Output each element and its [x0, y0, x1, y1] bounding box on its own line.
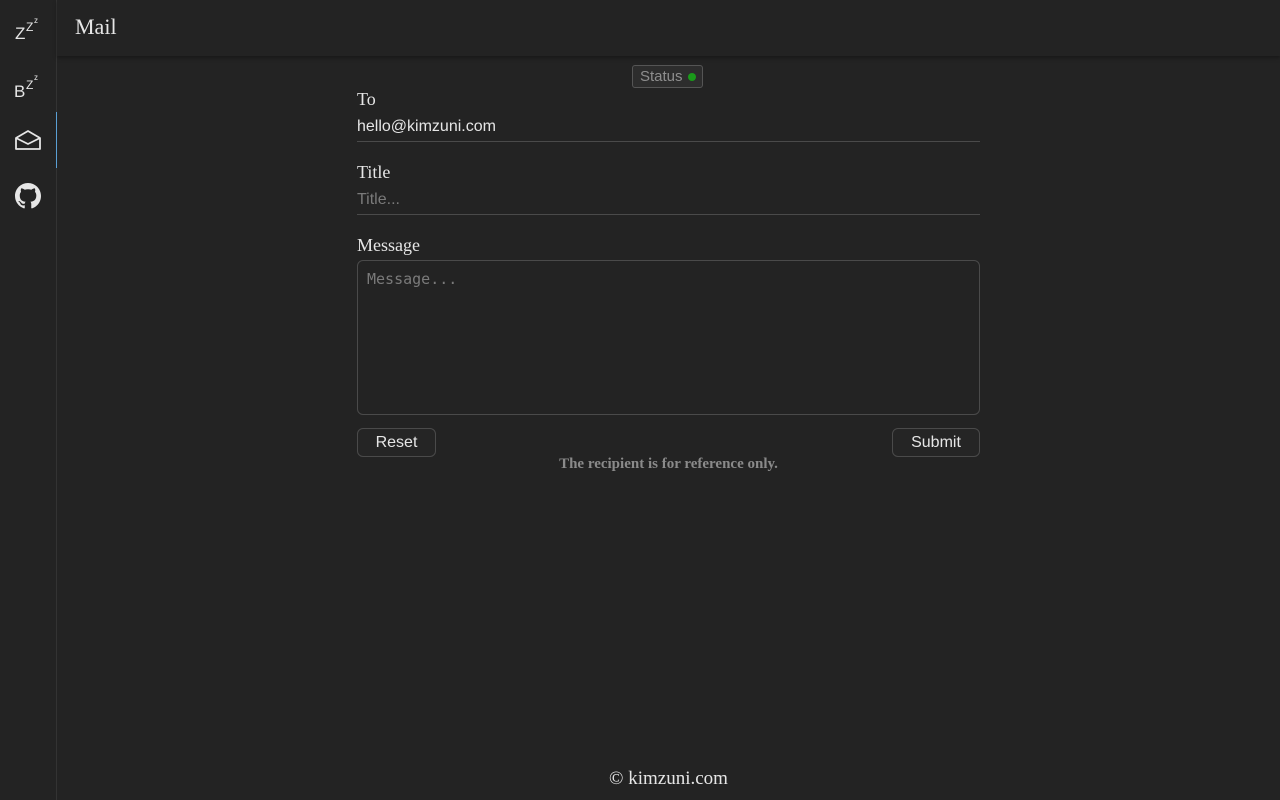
bzz-icon: B Z z [14, 73, 38, 99]
to-label: To [357, 89, 376, 109]
footer-copyright: © kimzuni.com [609, 768, 728, 789]
nav-item-zzz[interactable]: Z Z z [0, 0, 56, 56]
github-icon [15, 183, 41, 209]
nav-item-mail[interactable] [0, 112, 57, 168]
nav-item-github[interactable] [0, 168, 56, 224]
recipient-notice: The recipient is for reference only. [559, 456, 778, 472]
svg-text:Z: Z [15, 24, 25, 43]
mail-icon [15, 130, 41, 150]
status-label: Status [640, 68, 683, 85]
submit-button[interactable]: Submit [892, 428, 980, 457]
mail-form: To Title Message [357, 88, 980, 434]
status-badge: Status [632, 65, 703, 88]
title-input[interactable] [357, 185, 980, 215]
title-field-group: Title [357, 161, 980, 215]
status-indicator-dot [687, 72, 696, 81]
svg-text:Z: Z [26, 20, 33, 34]
sidebar: Z Z z B Z z [0, 0, 57, 800]
title-label: Title [357, 162, 391, 182]
to-input[interactable] [357, 112, 980, 142]
svg-text:B: B [14, 82, 25, 99]
sleep-zzz-icon: Z Z z [15, 16, 38, 43]
message-field-group: Message [357, 234, 980, 415]
message-label: Message [357, 235, 420, 255]
page-title: Mail [75, 14, 117, 39]
to-field-group: To [357, 88, 980, 142]
svg-text:z: z [34, 73, 38, 82]
reset-button[interactable]: Reset [357, 428, 436, 457]
svg-text:z: z [34, 16, 38, 25]
header: Mail [57, 0, 1280, 56]
message-textarea[interactable] [357, 260, 980, 415]
svg-text:Z: Z [26, 78, 33, 92]
nav-item-bzz[interactable]: B Z z [0, 56, 56, 112]
